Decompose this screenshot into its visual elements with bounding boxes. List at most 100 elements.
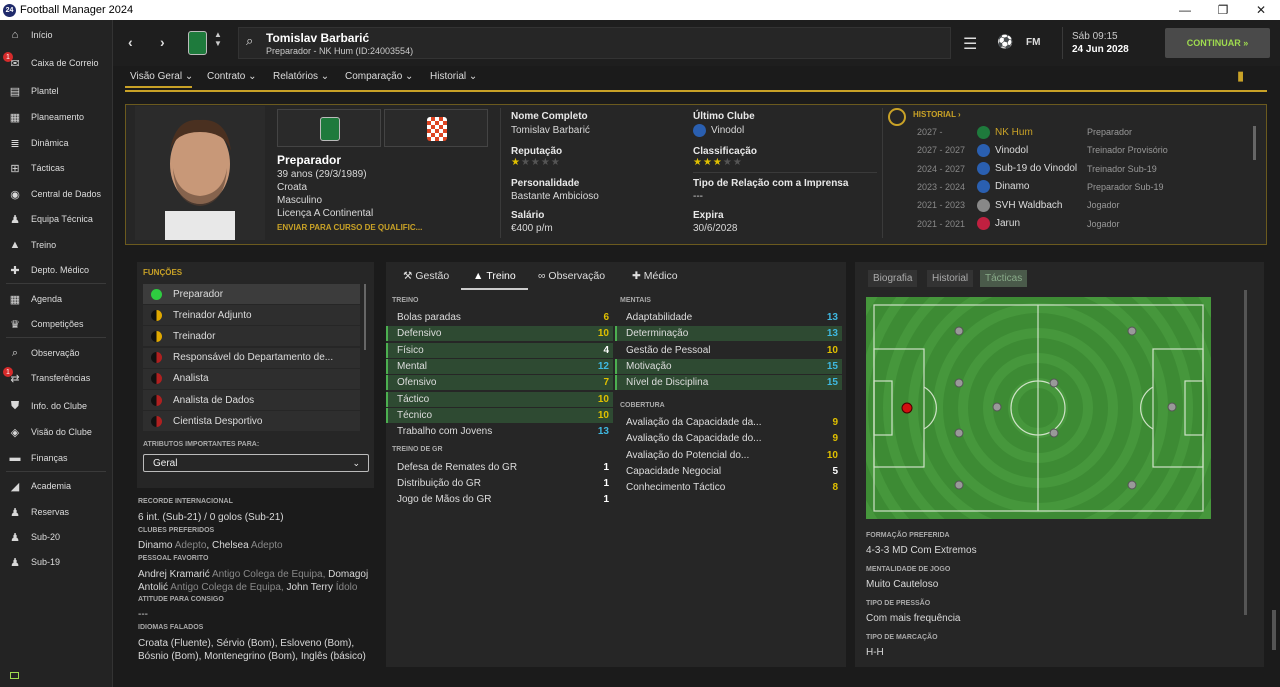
- window-scrollbar[interactable]: [1272, 610, 1276, 650]
- tab-biography[interactable]: Biografia: [868, 270, 918, 287]
- history-row[interactable]: 2021 - 2021 Jarun Jogador: [913, 215, 1253, 233]
- attribute-row[interactable]: Avaliação da Capacidade da... 9: [615, 415, 842, 430]
- club-crest-icon: [977, 217, 990, 230]
- history-row[interactable]: 2024 - 2027 Sub-19 do Vinodol Treinador Su…: [913, 160, 1253, 178]
- forward-arrow-icon[interactable]: ›: [160, 34, 165, 50]
- last-club[interactable]: Vinodol: [711, 125, 744, 136]
- attribute-row[interactable]: Mental 12: [386, 358, 613, 374]
- tab-contract[interactable]: Contrato ⌄: [207, 71, 257, 82]
- attribute-row[interactable]: Motivação 15: [615, 358, 842, 374]
- sidebar-item-mail[interactable]: ✉ Caixa de Correio 1: [0, 52, 113, 74]
- sidebar-item-tactics[interactable]: ⊞ Tácticas: [0, 157, 113, 179]
- panel-scrollbar[interactable]: [1244, 290, 1247, 615]
- football-icon[interactable]: ⚽: [997, 34, 1013, 50]
- bookmark-icon[interactable]: ▮: [1237, 68, 1244, 84]
- tactics-icon: ⊞: [10, 162, 20, 175]
- sidebar-item-medical[interactable]: ✚ Depto. Médico: [0, 259, 113, 281]
- attribute-row[interactable]: Capacidade Negocial 5: [615, 464, 842, 479]
- club-switch-icon[interactable]: ▲ ▼: [214, 30, 222, 48]
- history-scrollbar[interactable]: [1253, 126, 1256, 160]
- role-suitability-icon: [151, 352, 162, 364]
- attribute-row[interactable]: Técnico 10: [386, 407, 613, 423]
- sidebar-item-scouting[interactable]: ⌕ Observação: [0, 342, 113, 364]
- sidebar-item-reserves[interactable]: ♟ Reservas: [0, 501, 113, 523]
- fm-icon[interactable]: FM: [1026, 37, 1040, 48]
- sidebar-item-dynamics[interactable]: ≣ Dinâmica: [0, 132, 113, 154]
- attribute-row[interactable]: Gestão de Pessoal 10: [615, 343, 842, 358]
- attribute-row[interactable]: Adaptabilidade 13: [615, 310, 842, 325]
- tab-reports[interactable]: Relatórios ⌄: [273, 71, 329, 82]
- attribute-row[interactable]: Avaliação da Capacidade do... 9: [615, 431, 842, 446]
- tab-tactics[interactable]: Tácticas: [980, 270, 1028, 287]
- attribute-row[interactable]: Determinação 13: [615, 326, 842, 342]
- maximize-icon[interactable]: ❐: [1204, 0, 1242, 20]
- club-crest-box[interactable]: [277, 109, 381, 147]
- history-club[interactable]: Vinodol: [995, 145, 1028, 156]
- search-icon[interactable]: ⌕: [246, 33, 253, 49]
- briefcase-icon: ⚒: [403, 270, 413, 282]
- attribute-row[interactable]: Jogo de Mãos do GR 1: [386, 492, 613, 507]
- sidebar-item-calendar[interactable]: ▦ Agenda: [0, 288, 113, 310]
- history-club[interactable]: Jarun: [995, 218, 1020, 229]
- history-club[interactable]: Dinamo: [995, 181, 1029, 192]
- history-link[interactable]: HISTORIAL ›: [913, 110, 961, 119]
- sidebar-item-squad[interactable]: ▤ Plantel: [0, 80, 113, 102]
- tab-training[interactable]: ▲ Treino: [473, 270, 516, 282]
- sidebar-item-training[interactable]: ▲ Treino: [0, 234, 113, 256]
- role-item[interactable]: Preparador: [143, 284, 360, 304]
- sidebar-item-u19[interactable]: ♟ Sub-19: [0, 551, 113, 573]
- tab-overview[interactable]: Visão Geral ⌄: [130, 71, 193, 82]
- history-club[interactable]: Sub-19 do Vinodol: [995, 163, 1077, 174]
- sidebar-item-u20[interactable]: ♟ Sub-20: [0, 526, 113, 548]
- nation-crest-box[interactable]: [384, 109, 488, 147]
- history-club[interactable]: SVH Waldbach: [995, 200, 1062, 211]
- role-item[interactable]: Treinador: [143, 326, 360, 347]
- sidebar-item-vision[interactable]: ◈ Visão do Clube: [0, 421, 113, 443]
- tab-history[interactable]: Historial ⌄: [430, 71, 477, 82]
- tab-comparison[interactable]: Comparação ⌄: [345, 71, 413, 82]
- sidebar-item-finance[interactable]: ▬ Finanças: [0, 447, 113, 469]
- role-item[interactable]: Treinador Adjunto: [143, 305, 360, 326]
- minimize-icon[interactable]: —: [1166, 0, 1204, 20]
- club-crest-icon[interactable]: [188, 31, 207, 55]
- course-link[interactable]: ENVIAR PARA CURSO DE QUALIFIC...: [277, 223, 422, 232]
- attribute-row[interactable]: Trabalho com Jovens 13: [386, 424, 613, 439]
- attribute-row[interactable]: Defesa de Remates do GR 1: [386, 460, 613, 475]
- attribute-row[interactable]: Defensivo 10: [386, 326, 613, 342]
- tab-scouting[interactable]: ∞ Observação: [538, 270, 605, 282]
- sidebar-item-planning[interactable]: ▦ Planeamento: [0, 106, 113, 128]
- history-row[interactable]: 2027 - 2027 Vinodol Treinador Provisório: [913, 141, 1253, 159]
- attribute-row[interactable]: Bolas paradas 6: [386, 310, 613, 325]
- sidebar-item-academy[interactable]: ◢ Academia: [0, 475, 113, 497]
- tab-management[interactable]: ⚒ Gestão: [403, 270, 449, 282]
- close-icon[interactable]: ✕: [1242, 0, 1280, 20]
- attribute-row[interactable]: Físico 4: [386, 342, 613, 358]
- role-item[interactable]: Analista: [143, 368, 360, 389]
- sidebar-item-transfer[interactable]: ⇄ Transferências 1: [0, 367, 113, 389]
- history-club[interactable]: NK Hum: [995, 127, 1033, 138]
- tab-history-right[interactable]: Historial: [927, 270, 974, 287]
- role-item[interactable]: Responsável do Departamento de...: [143, 347, 360, 368]
- sidebar-item-club[interactable]: ⛊ Info. do Clube: [0, 395, 113, 417]
- attribute-row[interactable]: Distribuição do GR 1: [386, 476, 613, 491]
- history-row[interactable]: 2023 - 2024 Dinamo Preparador Sub-19: [913, 178, 1253, 196]
- role-item[interactable]: Analista de Dados: [143, 390, 360, 410]
- attribute-row[interactable]: Avaliação do Potencial do... 10: [615, 448, 842, 463]
- continue-button[interactable]: CONTINUAR »: [1165, 28, 1270, 58]
- roles-scrollbar[interactable]: [364, 284, 366, 350]
- attribute-row[interactable]: Táctico 10: [386, 391, 613, 407]
- attribute-row[interactable]: Conhecimento Táctico 8: [615, 480, 842, 495]
- attribute-row[interactable]: Ofensivo 7: [386, 375, 613, 391]
- sidebar-item-home[interactable]: ⌂ Início: [0, 24, 113, 46]
- history-row[interactable]: 2021 - 2023 SVH Waldbach Jogador: [913, 196, 1253, 214]
- sidebar-item-data[interactable]: ◉ Central de Dados: [0, 183, 113, 205]
- role-item[interactable]: Cientista Desportivo: [143, 411, 360, 432]
- back-arrow-icon[interactable]: ‹: [128, 34, 133, 50]
- sidebar-item-staff[interactable]: ♟ Equipa Técnica: [0, 208, 113, 230]
- history-row[interactable]: 2027 - NK Hum Preparador: [913, 123, 1253, 141]
- menu-icon[interactable]: ☰: [963, 34, 977, 54]
- attr-select[interactable]: Geral ⌄: [143, 454, 369, 472]
- sidebar-item-trophy[interactable]: ♛ Competições: [0, 313, 113, 335]
- tab-medical[interactable]: ✚ Médico: [632, 270, 678, 282]
- attribute-row[interactable]: Nível de Disciplina 15: [615, 375, 842, 391]
